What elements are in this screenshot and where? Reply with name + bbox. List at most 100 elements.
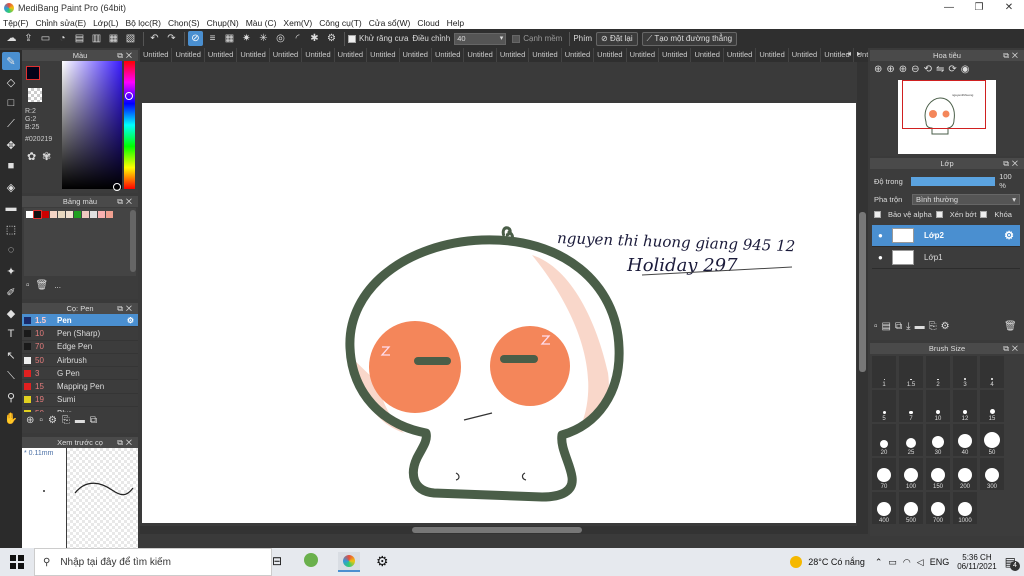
brush-size-option[interactable]: 7 xyxy=(899,390,923,422)
layer-row[interactable]: ● Lớp1 xyxy=(872,247,1020,269)
windows-start-icon[interactable] xyxy=(10,555,24,569)
panel-controls-icon[interactable]: ⧉✕ xyxy=(117,437,135,448)
undo-icon[interactable]: ↶ xyxy=(147,31,162,46)
hue-knob[interactable] xyxy=(125,91,133,100)
select-pen-icon[interactable]: ✐ xyxy=(2,283,20,301)
palette-swatch[interactable] xyxy=(50,211,57,218)
clock-time[interactable]: 5:36 CH xyxy=(962,553,991,562)
adjust-select[interactable]: 40 xyxy=(454,32,507,45)
brush-size-option[interactable]: 10 xyxy=(926,390,950,422)
color-eyedropper-icon[interactable]: ✾ xyxy=(42,150,51,163)
document-tab[interactable]: Untitled xyxy=(464,48,497,62)
new-layer-icon[interactable]: ▫ xyxy=(874,321,878,332)
brush-size-option[interactable]: 1 xyxy=(872,356,896,388)
brush-size-option[interactable]: 70 xyxy=(872,458,896,490)
tab-scroll-right-icon[interactable]: ▸ xyxy=(857,49,861,58)
sv-knob[interactable] xyxy=(113,183,121,191)
panel-controls-icon[interactable]: ⧉✕ xyxy=(1003,50,1021,61)
panel-controls-icon[interactable]: ⧉✕ xyxy=(1003,343,1021,354)
brush-duplicate-icon[interactable]: ⧉ xyxy=(90,415,97,426)
magic-wand-icon[interactable]: ✦ xyxy=(2,262,20,280)
brush-size-option[interactable]: 50 xyxy=(980,424,1004,456)
document-tab[interactable]: Untitled xyxy=(400,48,432,62)
layer-copy-icon[interactable]: ⎘ xyxy=(929,321,937,332)
palette-swatch[interactable] xyxy=(58,211,65,218)
palette-swatch[interactable] xyxy=(106,211,113,218)
menu-edit[interactable]: Chỉnh sửa(E) xyxy=(36,18,87,28)
saturation-value-picker[interactable] xyxy=(62,61,122,191)
divide-tool-icon[interactable]: ⟍ xyxy=(2,367,20,385)
zoom-actual-icon[interactable]: ⊕ xyxy=(899,64,907,75)
layer-row[interactable]: ● Lớp2 ⚙ xyxy=(872,225,1020,247)
brush-size-option[interactable]: 700 xyxy=(926,492,950,524)
document-tab[interactable]: Untitled xyxy=(724,48,757,62)
settings-gear-icon[interactable]: ⚙ xyxy=(376,553,389,570)
navigator-viewport[interactable] xyxy=(902,80,986,129)
document-tab[interactable]: Untitled xyxy=(562,48,595,62)
color-wheel-icon[interactable]: ✿ xyxy=(27,150,36,163)
fill-rect-icon[interactable]: ■ xyxy=(2,157,20,175)
palette-scrollbar[interactable] xyxy=(130,210,136,272)
panel-controls-icon[interactable]: ⧉✕ xyxy=(117,196,135,207)
brush-size-option[interactable]: 30 xyxy=(926,424,950,456)
brush-list-item[interactable]: 70 Edge Pen xyxy=(22,341,138,354)
duplicate-layer-icon[interactable]: ⧉ xyxy=(895,321,902,332)
brush-folder-icon[interactable]: ▬ xyxy=(75,415,85,426)
palette-swatch[interactable] xyxy=(33,210,42,219)
document-tab[interactable]: Untitled xyxy=(335,48,368,62)
zoom-in-icon[interactable]: ⊕ xyxy=(874,64,882,75)
language[interactable]: ENG xyxy=(930,557,950,567)
panel-controls-icon[interactable]: ⧉✕ xyxy=(117,303,135,314)
protect-alpha-checkbox[interactable] xyxy=(874,211,881,218)
snap-curve-icon[interactable]: ◜ xyxy=(290,31,305,46)
close-button[interactable]: ✕ xyxy=(994,0,1024,16)
document-tab[interactable]: Untitled xyxy=(270,48,303,62)
select-rect-icon[interactable]: ⬚ xyxy=(2,220,20,238)
brush-size-option[interactable]: 300 xyxy=(980,458,1004,490)
bucket-tool-icon[interactable]: ◈ xyxy=(2,178,20,196)
document-tab[interactable]: Untitled xyxy=(432,48,465,62)
hand-tool-icon[interactable]: ✋ xyxy=(2,409,20,427)
brush-size-option[interactable]: 40 xyxy=(953,424,977,456)
brush-size-option[interactable]: 100 xyxy=(899,458,923,490)
brush-list-item[interactable]: 19 Sumi xyxy=(22,394,138,408)
page-icon[interactable]: ▤ xyxy=(72,31,87,46)
new-palette-icon[interactable]: ▫ xyxy=(26,280,30,291)
visibility-eye-icon[interactable]: ● xyxy=(878,231,888,240)
document-tab[interactable]: Untitled xyxy=(367,48,400,62)
palette-swatch[interactable] xyxy=(82,211,89,218)
lock-checkbox[interactable] xyxy=(980,211,988,218)
eraser-tool-icon[interactable]: ◇ xyxy=(2,73,20,91)
pen-tool-icon[interactable]: ✎ xyxy=(2,52,20,70)
horizontal-scrollbar[interactable] xyxy=(140,526,868,534)
snap-circle-icon[interactable]: ◎ xyxy=(273,31,288,46)
flip-icon[interactable]: ⇋ xyxy=(936,64,944,75)
layer-settings-gear-icon[interactable]: ⚙ xyxy=(1004,229,1014,242)
app-green-icon[interactable] xyxy=(304,553,318,567)
brush-size-option[interactable]: 2 xyxy=(926,356,950,388)
navigator-thumbnail[interactable]: nguyenthihuong xyxy=(898,80,996,154)
clock-date[interactable]: 06/11/2021 xyxy=(957,562,996,571)
rotate-right-icon[interactable]: ⟳ xyxy=(948,64,956,75)
document-tab[interactable]: Untitled xyxy=(140,48,173,62)
snap-parallel-icon[interactable]: ≡ xyxy=(205,31,220,46)
transparent-color-swatch[interactable] xyxy=(28,88,42,102)
menu-filter[interactable]: Bộ lọc(R) xyxy=(126,18,161,28)
snap-gear-icon[interactable]: ⚙ xyxy=(324,31,339,46)
menu-tools[interactable]: Công cụ(T) xyxy=(319,18,362,28)
lasso-tool-icon[interactable]: ◌ xyxy=(2,241,20,259)
reset-view-icon[interactable]: ◉ xyxy=(961,64,970,75)
task-view-icon[interactable]: ⊟ xyxy=(272,554,282,568)
document-tab[interactable]: Untitled xyxy=(302,48,335,62)
document-tab[interactable]: Untitled xyxy=(627,48,659,62)
brush-copy-icon[interactable]: ⎘ xyxy=(62,415,70,426)
brush-list-item[interactable]: 50 Airbrush xyxy=(22,354,138,368)
clipping-checkbox[interactable] xyxy=(935,211,943,218)
cloud-icon[interactable]: ☁ xyxy=(4,31,19,46)
tab-scroll-left-icon[interactable]: ◂ xyxy=(847,49,851,58)
document-tab[interactable]: Untitled xyxy=(756,48,789,62)
panel-controls-icon[interactable]: ⧉✕ xyxy=(1003,158,1021,169)
visibility-eye-icon[interactable]: ● xyxy=(878,253,888,262)
hue-slider[interactable] xyxy=(124,61,135,189)
maximize-button[interactable]: ❐ xyxy=(964,0,994,16)
